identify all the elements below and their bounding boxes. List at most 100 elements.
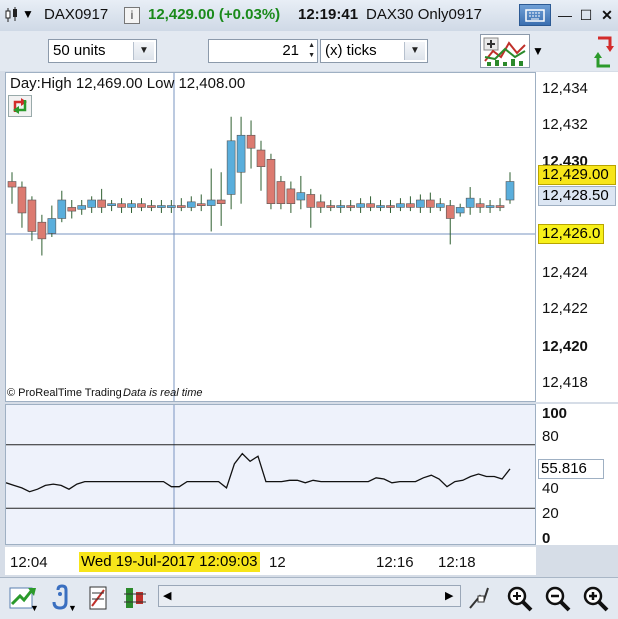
units-select[interactable]: 50 units ▼ [48,39,157,63]
price-tick: 12,418 [542,374,588,391]
candle-body [505,181,515,201]
price-tick: 12,434 [542,80,588,97]
candle-body [147,205,156,208]
candle-body [485,205,495,208]
price-tick: 12,420 [542,338,588,355]
keyboard-icon[interactable] [519,4,551,26]
indicators-icon [483,37,526,66]
bottom-toolbar: ▼ ▼ ◀ ▶ [0,577,618,619]
info-icon[interactable]: i [124,7,140,24]
candle-body [475,203,485,208]
osc-tick: 40 [542,480,559,497]
time-tick: 12:04 [10,554,48,571]
candle-body [186,201,196,208]
candle-body [266,159,276,205]
oscillator-chart[interactable] [6,405,535,544]
candle-body [416,199,425,208]
candle-body [346,205,355,208]
candle-body [167,205,176,208]
price-chart[interactable] [6,73,535,401]
osc-tick: 80 [542,428,559,445]
price-tick: 12,432 [542,116,588,133]
scroll-left-icon[interactable]: ◀ [163,589,171,602]
bid-price-label: 12,428.50 [538,186,616,206]
refresh-arrows-icon[interactable] [8,95,32,117]
instrument-name[interactable]: DAX0917 [44,6,108,23]
indicators-button[interactable] [480,34,530,68]
title-bar: ▼ DAX0917 i 12,429.00 (+0.03%) 12:19:41 … [0,0,618,32]
cursor-price-label: 12,426.0 [538,224,604,244]
candle-body [296,192,306,201]
chart-objects-icon[interactable] [88,584,110,612]
candle-body [316,201,326,208]
candle-body [246,134,256,149]
candle-body [27,199,37,232]
chevron-down-icon[interactable]: ▼ [404,42,425,60]
candle-body [445,205,455,219]
zoom-fit-icon[interactable] [505,584,535,614]
bar-style-icon[interactable] [122,584,150,612]
sync-arrows-icon[interactable] [594,34,614,70]
stepper-arrows-icon[interactable]: ▲ ▼ [308,41,315,61]
price-axis[interactable]: 12,434 12,432 12,430 12,424 12,422 12,42… [536,72,618,402]
realtime-note: Data is real time [123,387,203,399]
units-select-value: 50 units [53,42,106,59]
time-axis[interactable]: 12:04 12 12:16 12:18 Wed 19-Jul-2017 12:… [5,547,536,575]
zoom-in-icon[interactable] [581,584,611,614]
trend-arrow-icon[interactable]: ▼ [8,584,39,613]
candle-body [216,199,226,205]
zoom-out-icon[interactable] [543,584,573,614]
ticks-unit-select[interactable]: (x) ticks ▼ [320,39,428,63]
scroll-right-icon[interactable]: ▶ [445,589,453,602]
candle-body [465,197,475,208]
oscillator-line [6,452,511,493]
ticks-unit-value: (x) ticks [325,42,377,59]
last-price-label: 12,429.00 [538,165,616,185]
close-icon[interactable]: ✕ [596,5,618,25]
candle-body [196,203,206,206]
instrument-dropdown-icon[interactable]: ▼ [22,7,34,21]
maximize-icon[interactable]: ☐ [575,5,597,25]
candle-body [396,203,405,208]
candle-body [435,203,445,208]
candle-body [336,205,345,208]
candle-body [177,205,186,208]
candle-body [57,199,67,219]
minimize-icon[interactable]: — [554,5,576,25]
candle-body [226,140,236,195]
candle-body [366,203,375,208]
price-tick: 12,422 [542,300,588,317]
candle-body [206,199,216,206]
oscillator-axis[interactable]: 100 80 40 20 0 55.816 [536,404,618,547]
time-tick: 12:18 [438,554,476,571]
candle-body [455,207,465,214]
indicators-dropdown-icon[interactable]: ▼ [532,44,544,58]
magnet-icon[interactable]: ▼ [50,584,78,613]
day-high-low: Day:High 12,469.00 Low 12,408.00 [10,75,246,92]
candle-body [87,199,96,208]
ticks-stepper[interactable]: 21 ▲ ▼ [208,39,318,63]
candle-body [495,205,505,208]
price-change: 12,429.00 (+0.03%) [148,6,281,23]
oscillator-panel[interactable] [5,404,536,545]
candle-body [7,181,17,188]
svg-text:▼: ▼ [30,603,38,612]
horizontal-scrollbar[interactable]: ◀ ▶ [158,585,461,607]
candle-body [386,205,395,208]
time-tick: 12:16 [376,554,414,571]
candle-body [137,203,146,208]
candle-body [107,203,116,206]
cursor-tool-icon[interactable] [466,584,492,612]
candle-body [77,205,87,210]
clock: 12:19:41 [298,6,359,23]
price-chart-panel[interactable]: Day:High 12,469.00 Low 12,408.00 © ProRe… [5,72,536,402]
candle-body [326,205,336,208]
chevron-down-icon[interactable]: ▼ [133,42,154,60]
instrument-description: DAX30 Only0917 [366,6,482,23]
candle-body [286,188,296,205]
candle-body [356,203,365,208]
ticks-stepper-value: 21 [282,42,299,59]
svg-text:▼: ▼ [68,603,77,612]
candle-body [47,218,57,234]
time-tick: 12 [269,554,286,571]
